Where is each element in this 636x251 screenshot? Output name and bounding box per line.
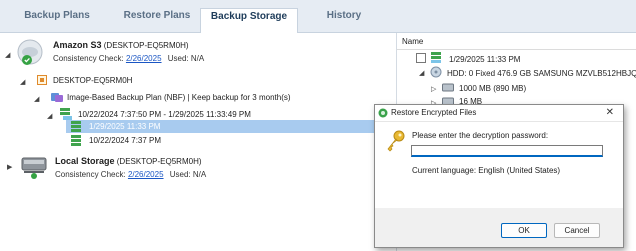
tab-bar: Backup Plans Restore Plans Backup Storag… — [0, 0, 636, 34]
restore-point-icon — [70, 120, 82, 133]
backup-set-icon — [59, 107, 73, 121]
list-item[interactable]: 1/29/2025 11:33 PM — [449, 54, 520, 65]
storage-name: Local Storage — [55, 156, 115, 166]
tree-node-computer[interactable]: DESKTOP-EQ5RM0H — [53, 75, 132, 86]
dialog-title-bar[interactable]: Restore Encrypted Files ✕ — [375, 105, 623, 122]
restore-point-icon — [430, 51, 442, 64]
ok-button[interactable]: OK — [501, 223, 547, 238]
expand-arrow-icon[interactable]: ◢ — [5, 51, 10, 59]
consistency-line: Consistency Check: 2/26/2025 Used: N/A — [55, 169, 206, 180]
item-checkbox[interactable] — [416, 53, 426, 63]
consistency-date-link[interactable]: 2/26/2025 — [128, 170, 164, 179]
backup-plan-icon — [50, 91, 64, 103]
tree-node-point-selected[interactable]: 1/29/2025 11:33 PM — [89, 121, 160, 132]
cancel-button[interactable]: Cancel — [554, 223, 600, 238]
expand-arrow-icon[interactable]: ◢ — [47, 112, 52, 120]
tab-history[interactable]: History — [296, 9, 392, 33]
expand-arrow-icon[interactable]: ◢ — [419, 69, 424, 77]
used-label: Used: N/A — [167, 54, 205, 63]
column-header-name[interactable]: Name — [402, 37, 423, 46]
storage-local[interactable]: Local Storage (DESKTOP-EQ5RM0H) — [55, 156, 202, 167]
collapse-arrow-icon[interactable]: ▶ — [7, 163, 12, 171]
storage-machine: (DESKTOP-EQ5RM0H) — [103, 41, 189, 50]
list-item[interactable]: 1000 MB (890 MB) — [459, 83, 526, 94]
storage-machine: (DESKTOP-EQ5RM0H) — [116, 157, 202, 166]
dialog-title: Restore Encrypted Files — [391, 108, 477, 117]
used-label: Used: N/A — [169, 170, 207, 179]
expand-arrow-icon[interactable]: ◢ — [20, 78, 25, 86]
list-item[interactable]: HDD: 0 Fixed 476.9 GB SAMSUNG MZVLB512HB… — [447, 68, 636, 79]
expand-arrow-icon[interactable]: ◢ — [34, 95, 39, 103]
collapse-arrow-icon[interactable]: ▷ — [431, 85, 436, 93]
tab-backup-plans[interactable]: Backup Plans — [8, 9, 106, 33]
consistency-date-link[interactable]: 2/26/2025 — [126, 54, 162, 63]
tab-restore-plans[interactable]: Restore Plans — [108, 9, 206, 33]
tree-node-plan[interactable]: Image-Based Backup Plan (NBF) | Keep bac… — [67, 92, 291, 103]
restore-encrypted-files-dialog: Restore Encrypted Files ✕ Please enter t… — [374, 104, 624, 248]
tree-node-range[interactable]: 10/22/2024 7:37:50 PM - 1/29/2025 11:33:… — [78, 109, 251, 120]
local-drive-icon — [20, 154, 48, 180]
partition-icon — [442, 83, 454, 93]
storage-amazon-s3[interactable]: Amazon S3 (DESKTOP-EQ5RM0H) — [53, 40, 189, 51]
consistency-label: Consistency Check: — [53, 54, 124, 63]
storage-tree-pane: ◢ Amazon S3 (DESKTOP-EQ5RM0H) Consistenc… — [0, 33, 396, 251]
computer-icon — [37, 75, 47, 85]
hdd-icon — [430, 66, 442, 78]
current-language: Current language: English (United States… — [412, 166, 561, 175]
tab-backup-storage[interactable]: Backup Storage — [200, 8, 298, 34]
app-icon — [378, 108, 388, 118]
storage-name: Amazon S3 — [53, 40, 102, 50]
key-icon — [385, 130, 405, 152]
restore-point-icon — [70, 134, 82, 147]
consistency-line: Consistency Check: 2/26/2025 Used: N/A — [53, 53, 204, 64]
close-icon[interactable]: ✕ — [606, 107, 614, 118]
header-divider — [397, 49, 636, 50]
cloud-storage-icon — [15, 39, 45, 67]
password-field[interactable] — [411, 145, 603, 157]
password-prompt: Please enter the decryption password: — [412, 131, 549, 140]
dialog-footer: OK Cancel — [375, 208, 623, 247]
dialog-body: Please enter the decryption password: Cu… — [375, 122, 623, 208]
consistency-label: Consistency Check: — [55, 170, 126, 179]
tree-node-point[interactable]: 10/22/2024 7:37 PM — [89, 135, 161, 146]
